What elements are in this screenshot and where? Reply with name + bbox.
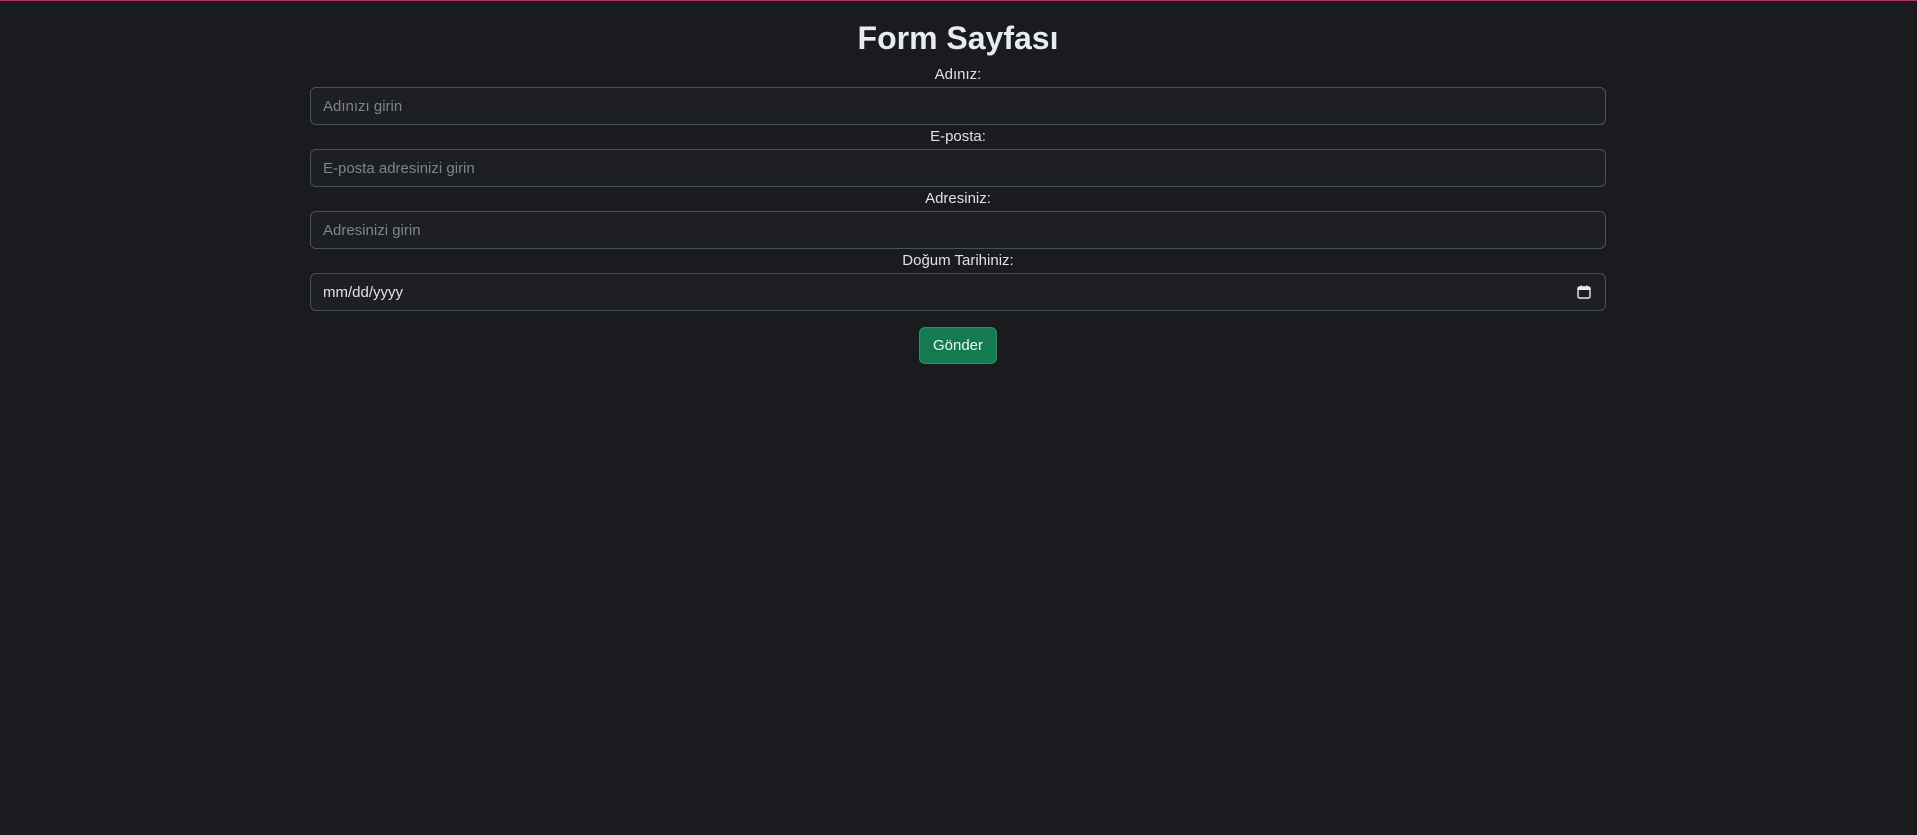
address-label: Adresiniz: <box>925 190 991 207</box>
birthdate-value: mm/dd/yyyy <box>323 283 404 301</box>
address-input[interactable]: Adresinizi girin <box>310 211 1606 249</box>
address-placeholder: Adresinizi girin <box>323 221 421 239</box>
name-input[interactable]: Adınızı girin <box>310 87 1606 125</box>
email-label: E-posta: <box>930 128 986 145</box>
birthdate-input[interactable]: mm/dd/yyyy <box>310 273 1606 311</box>
email-placeholder: E-posta adresinizi girin <box>323 159 475 177</box>
calendar-icon[interactable] <box>1577 285 1591 299</box>
birthdate-label: Doğum Tarihiniz: <box>902 252 1014 269</box>
name-placeholder: Adınızı girin <box>323 97 403 115</box>
page-title: Form Sayfası <box>857 20 1059 56</box>
name-label: Adınız: <box>934 66 982 83</box>
submit-button[interactable]: Gönder <box>919 327 997 364</box>
top-accent-rule <box>0 0 1917 1</box>
email-input[interactable]: E-posta adresinizi girin <box>310 149 1606 187</box>
